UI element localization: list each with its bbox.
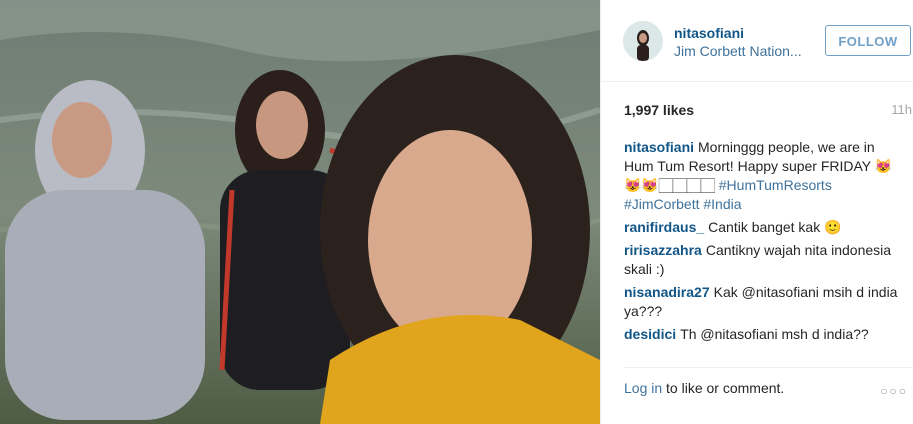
avatar[interactable] [623,21,663,61]
author-username[interactable]: nitasofiani [674,25,744,41]
post-sidebar: nitasofiani Jim Corbett Nation... FOLLOW… [600,0,913,424]
list-item: nisanadira27 Kak @nitasofiani msih d indi… [624,283,899,321]
post-location[interactable]: Jim Corbett Nation... [674,43,814,59]
caption-username[interactable]: nitasofiani [624,139,694,155]
comment-username[interactable]: ranifirdaus_ [624,219,704,235]
comment-text: Th @nitasofiani msh d india?? [680,326,869,342]
comment-username[interactable]: desidici [624,326,676,342]
instagram-post: nitasofiani Jim Corbett Nation... FOLLOW… [0,0,913,424]
comment-username[interactable]: ririsazzahra [624,242,702,258]
post-time[interactable]: 11h [891,102,912,117]
list-item: ririsazzahra Cantikny wajah nita indonesi… [624,241,899,279]
caption: nitasofiani Morninggg people, we are in H… [624,138,899,214]
likes-count[interactable]: 1,997 likes [624,102,694,118]
avatar-image [623,21,663,61]
post-header: nitasofiani Jim Corbett Nation... FOLLOW [601,0,913,82]
list-item: ranifirdaus_ Cantik banget kak 🙂 [624,218,899,237]
post-photo[interactable] [0,0,600,424]
likes-row: 1,997 likes 11h [624,100,913,120]
more-icon[interactable]: ○○○ [880,384,908,398]
login-link[interactable]: Log in [624,380,662,396]
photo-illustration [0,0,600,424]
comment-text: Cantik banget kak 🙂 [708,219,842,235]
login-prompt: Log in to like or comment. [624,380,784,396]
follow-button[interactable]: FOLLOW [825,25,911,56]
list-item: desidici Th @nitasofiani msh d india?? [624,325,899,344]
post-footer: Log in to like or comment. ○○○ [624,367,913,408]
login-prompt-text: to like or comment. [662,380,785,396]
comment-username[interactable]: nisanadira27 [624,284,710,300]
comments-list[interactable]: nitasofiani Morninggg people, we are in H… [624,138,899,356]
